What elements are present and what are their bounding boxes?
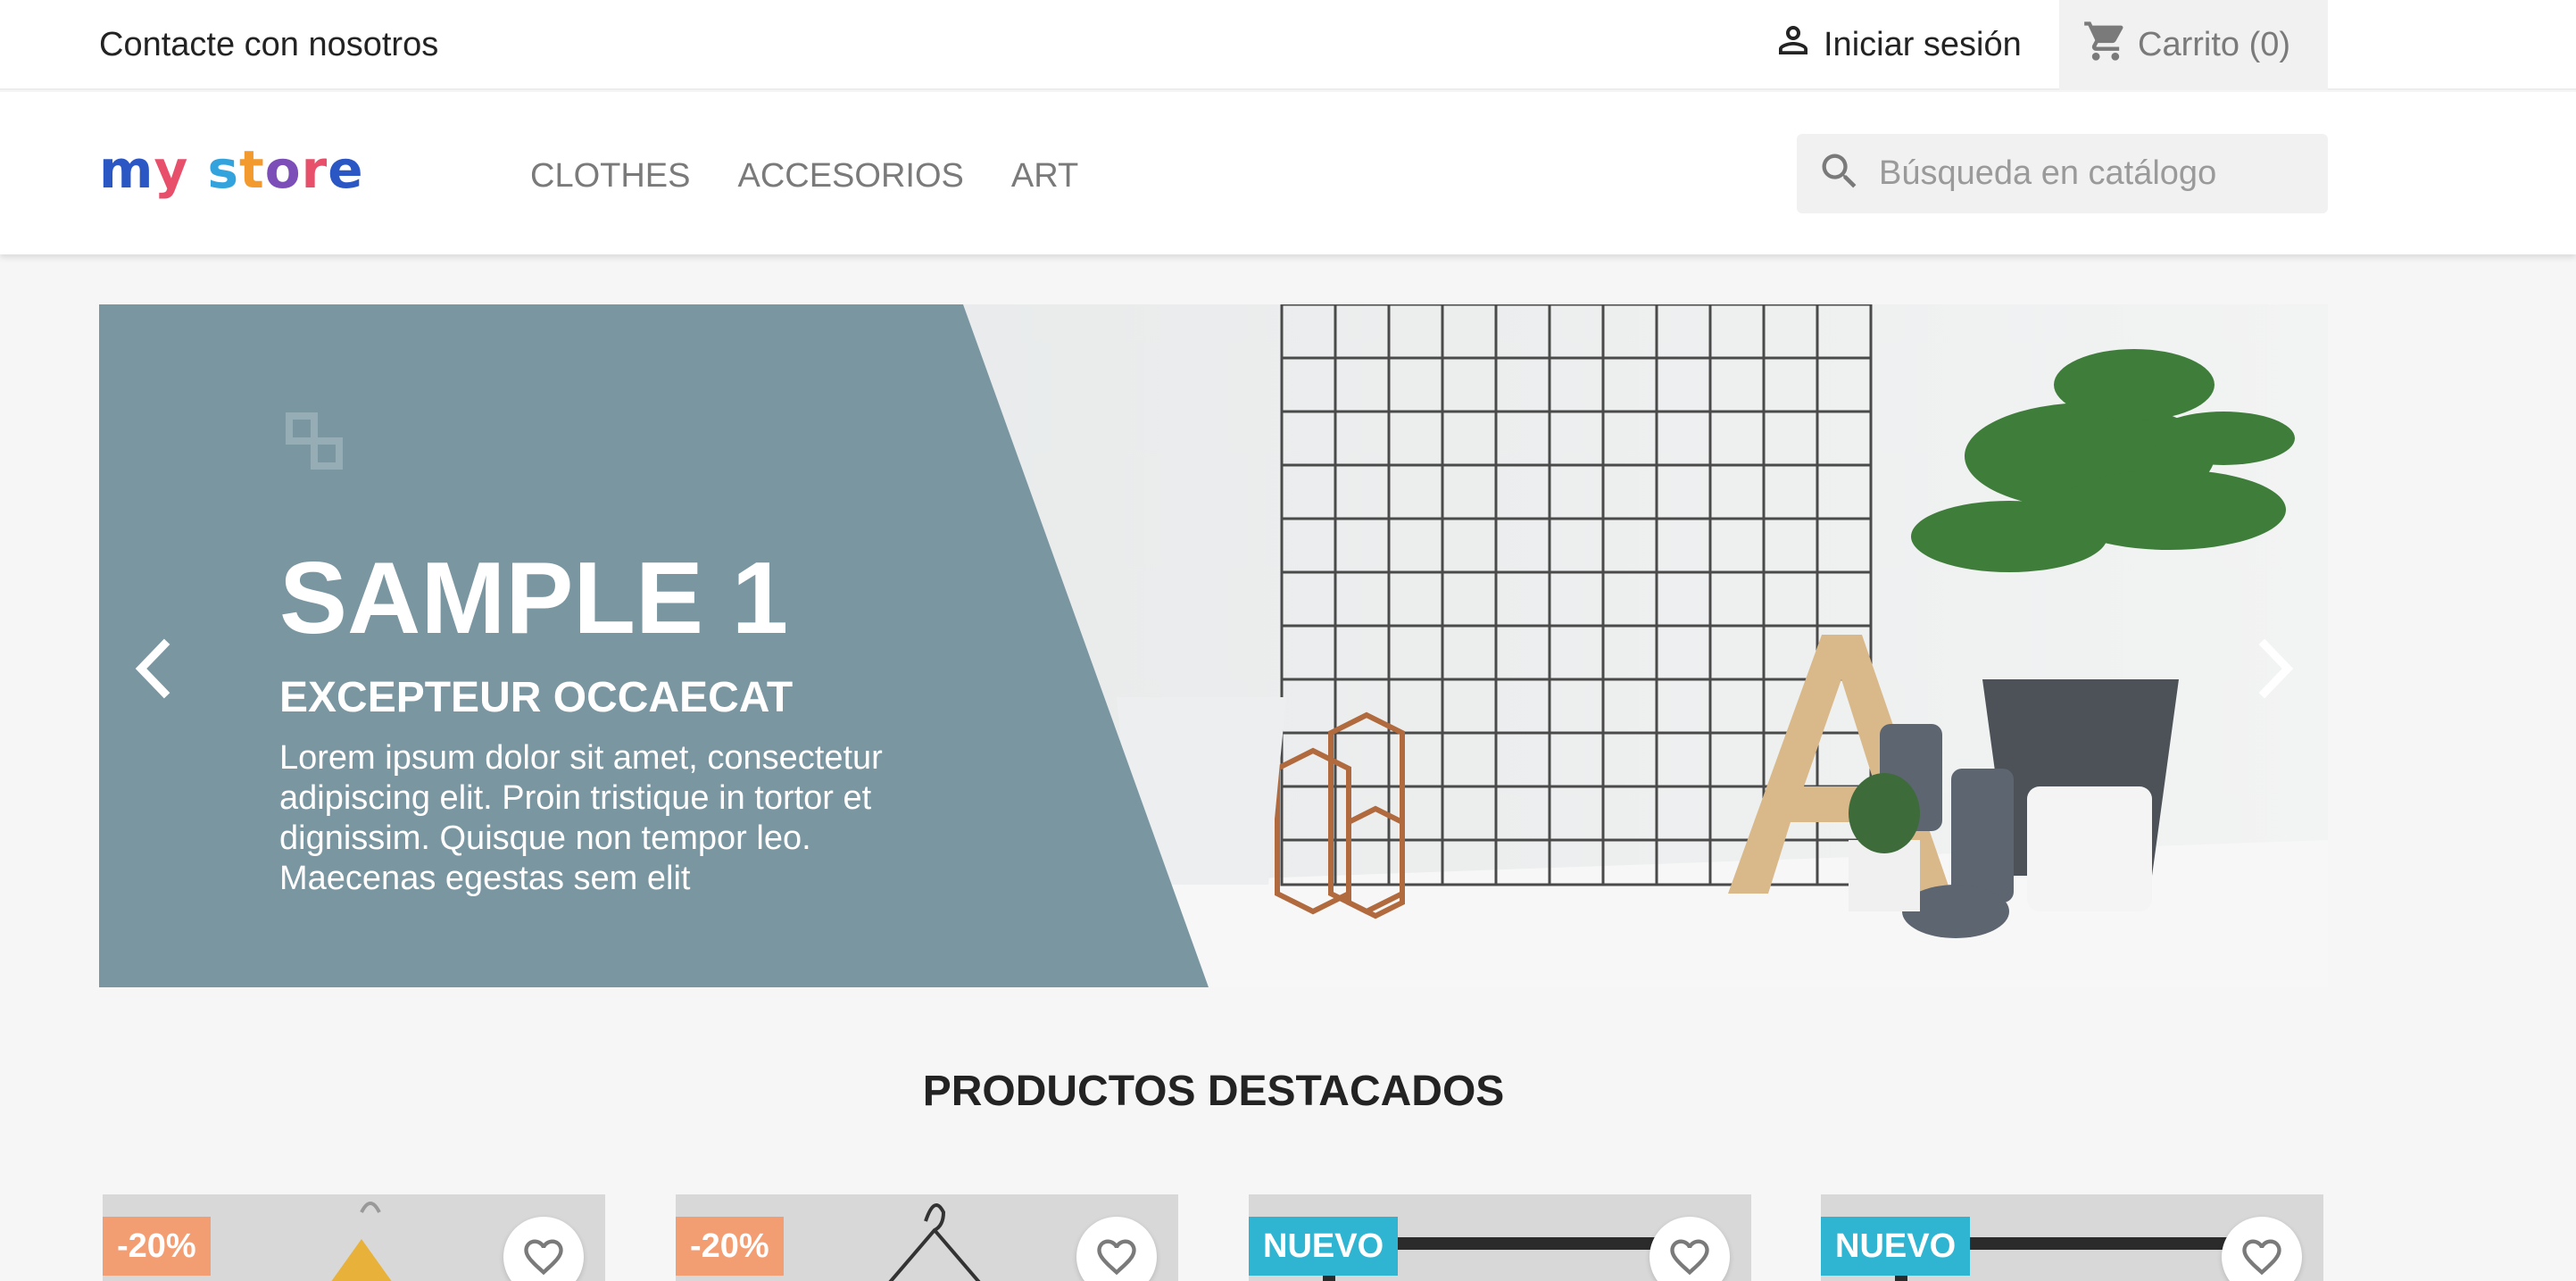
hero-slider: SAMPLE 1 EXCEPTEUR OCCAECAT Lorem ipsum …	[99, 304, 2328, 987]
heart-icon	[1097, 1239, 1136, 1276]
discount-badge: -20%	[676, 1217, 784, 1276]
chevron-left-icon	[135, 638, 170, 699]
main-nav: CLOTHES ACCESORIOS ART	[530, 153, 1078, 199]
slide-subtitle: EXCEPTEUR OCCAECAT	[279, 674, 794, 721]
contact-link[interactable]: Contacte con nosotros	[99, 21, 438, 68]
nav-item-art[interactable]: ART	[1011, 153, 1078, 199]
store-logo[interactable]: my store	[99, 139, 364, 200]
product-card[interactable]: -20%	[676, 1194, 1178, 1281]
chevron-right-icon	[2258, 638, 2294, 699]
section-title: PRODUCTOS DESTACADOS	[922, 1068, 1505, 1115]
cart-button[interactable]: Carrito (0)	[2059, 0, 2328, 90]
slide-description: Lorem ipsum dolor sit amet, consectetur …	[279, 739, 883, 897]
slide-title: SAMPLE 1	[279, 542, 789, 655]
cart-icon	[2082, 18, 2129, 73]
discount-badge: -20%	[103, 1217, 211, 1276]
login-link[interactable]: Iniciar sesión	[1772, 21, 2022, 68]
new-badge: NUEVO	[1821, 1217, 1971, 1276]
heart-icon	[2242, 1239, 2281, 1276]
nav-item-clothes[interactable]: CLOTHES	[530, 153, 690, 199]
login-label: Iniciar sesión	[1824, 25, 2022, 63]
cart-label: Carrito (0)	[2138, 26, 2291, 63]
product-card[interactable]: NUEVO	[1821, 1194, 2323, 1281]
nav-item-accesorios[interactable]: ACCESORIOS	[737, 153, 963, 199]
slider-next-button[interactable]	[2249, 635, 2303, 703]
heart-icon	[1670, 1239, 1709, 1276]
top-bar: Contacte con nosotros Iniciar sesión Car…	[0, 0, 2576, 90]
new-badge: NUEVO	[1249, 1217, 1399, 1276]
search-input[interactable]	[1879, 154, 2307, 193]
product-card[interactable]: -20%	[103, 1194, 605, 1281]
heart-icon	[524, 1239, 563, 1276]
search-icon[interactable]	[1816, 148, 1863, 199]
main-header: my store CLOTHES ACCESORIOS ART	[0, 92, 2576, 254]
search-box	[1797, 134, 2328, 213]
user-icon	[1772, 19, 1815, 71]
product-card[interactable]: NUEVO	[1249, 1194, 1751, 1281]
slider-prev-button[interactable]	[126, 635, 179, 703]
